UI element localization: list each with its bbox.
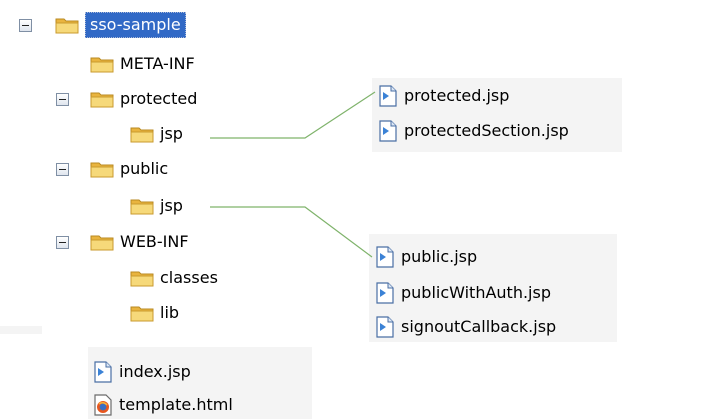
file-publicwithauth-jsp[interactable]: publicWithAuth.jsp <box>375 281 551 305</box>
tree-node-public-jsp[interactable]: jsp <box>130 194 183 218</box>
tree-node-label: classes <box>160 268 218 287</box>
tree-node-web-inf[interactable]: WEB-INF <box>56 230 189 254</box>
folder-icon <box>90 233 114 251</box>
jsp-file-icon <box>375 246 395 268</box>
file-label: protectedSection.jsp <box>404 121 569 140</box>
tree-node-label: META-INF <box>120 54 195 73</box>
tree-node-sso-sample[interactable]: sso-sample <box>19 12 186 38</box>
folder-icon <box>130 269 154 287</box>
tree-node-label: public <box>120 159 169 178</box>
file-label: template.html <box>119 395 233 414</box>
tree-node-classes[interactable]: classes <box>130 266 218 290</box>
file-protected-jsp[interactable]: protected.jsp <box>378 84 509 108</box>
folder-icon <box>90 160 114 178</box>
collapse-toggle[interactable] <box>56 93 69 106</box>
file-template-html[interactable]: template.html <box>93 393 233 417</box>
jsp-file-icon <box>93 361 113 383</box>
collapse-toggle[interactable] <box>56 163 69 176</box>
tree-node-label: jsp <box>160 196 183 215</box>
tree-node-meta-inf[interactable]: META-INF <box>90 52 195 76</box>
folder-icon <box>130 125 154 143</box>
tree-node-label: protected <box>120 89 198 108</box>
left-gutter-mark <box>0 326 42 334</box>
tree-node-label: sso-sample <box>85 12 186 38</box>
file-public-jsp[interactable]: public.jsp <box>375 245 477 269</box>
file-label: protected.jsp <box>404 86 510 105</box>
html-file-icon <box>93 394 113 416</box>
tree-node-label: jsp <box>160 124 183 143</box>
tree-node-protected[interactable]: protected <box>56 87 198 111</box>
file-label: index.jsp <box>119 362 191 381</box>
jsp-file-icon <box>375 282 395 304</box>
jsp-file-icon <box>378 85 398 107</box>
file-protectedsection-jsp[interactable]: protectedSection.jsp <box>378 119 569 143</box>
public-jsp-connector <box>210 206 373 258</box>
folder-icon <box>130 197 154 215</box>
folder-icon <box>90 90 114 108</box>
protected-jsp-connector <box>210 91 376 139</box>
file-label: public.jsp <box>401 247 478 266</box>
file-label: signoutCallback.jsp <box>401 317 557 336</box>
collapse-toggle[interactable] <box>19 19 32 32</box>
jsp-file-icon <box>375 316 395 338</box>
jsp-file-icon <box>378 120 398 142</box>
file-index-jsp[interactable]: index.jsp <box>93 360 191 384</box>
collapse-toggle[interactable] <box>56 236 69 249</box>
folder-icon <box>55 16 79 34</box>
tree-node-label: lib <box>160 303 180 322</box>
tree-node-protected-jsp[interactable]: jsp <box>130 122 183 146</box>
folder-icon <box>90 55 114 73</box>
file-label: publicWithAuth.jsp <box>401 283 551 302</box>
file-tree-diagram: sso-sample META-INF protected jsp public <box>0 0 703 419</box>
folder-icon <box>130 304 154 322</box>
file-signoutcallback-jsp[interactable]: signoutCallback.jsp <box>375 315 556 339</box>
tree-node-label: WEB-INF <box>120 232 189 251</box>
tree-node-public[interactable]: public <box>56 157 169 181</box>
tree-node-lib[interactable]: lib <box>130 301 179 325</box>
